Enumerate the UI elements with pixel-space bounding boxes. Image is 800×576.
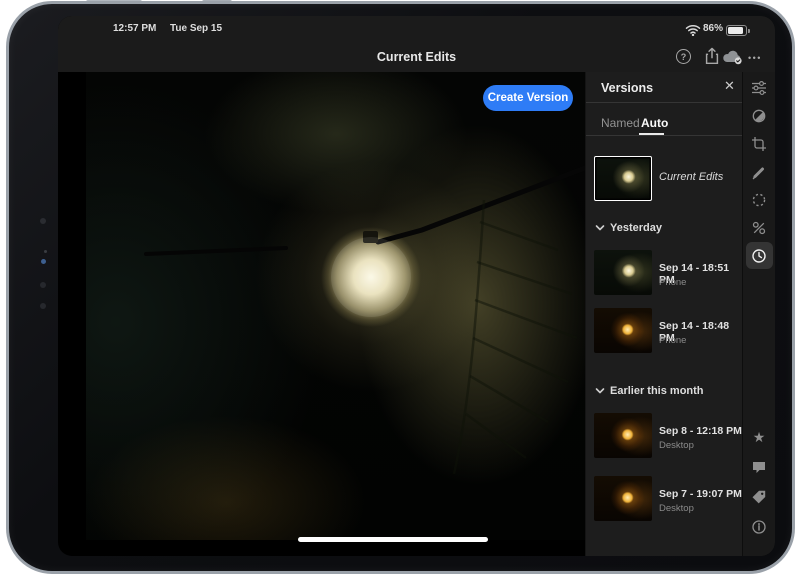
divider	[586, 102, 743, 103]
home-indicator[interactable]	[298, 537, 488, 542]
ipad-device: 12:57 PM Tue Sep 15 86% Current Edits ?	[0, 0, 800, 576]
version-thumbnail[interactable]	[594, 413, 652, 458]
version-thumbnail[interactable]	[594, 250, 652, 295]
optics-icon[interactable]	[751, 220, 767, 236]
version-source: Desktop	[659, 440, 694, 451]
keywords-tag-icon[interactable]	[751, 489, 767, 505]
screen: 12:57 PM Tue Sep 15 86% Current Edits ?	[58, 16, 775, 556]
current-version-label: Current Edits	[659, 171, 723, 183]
sensor-dot	[40, 282, 46, 288]
comments-icon[interactable]	[751, 459, 767, 475]
tab-auto[interactable]: Auto	[641, 116, 668, 130]
star-rating-icon[interactable]: ★	[751, 429, 767, 445]
divider	[586, 135, 743, 136]
page-title: Current Edits	[58, 50, 775, 64]
section-header[interactable]: Yesterday	[610, 222, 662, 234]
wifi-icon	[685, 24, 701, 36]
create-version-button[interactable]: Create Version	[483, 85, 573, 111]
chevron-down-icon	[595, 387, 605, 395]
versions-panel: Versions ✕ Named Auto Current Edits Yest…	[585, 72, 742, 556]
version-thumbnail[interactable]	[594, 308, 652, 353]
tab-named[interactable]: Named	[601, 116, 640, 130]
photo-overlay	[86, 72, 585, 540]
version-thumbnail[interactable]	[594, 476, 652, 521]
version-source: Phone	[659, 335, 686, 346]
status-date: Tue Sep 15	[170, 23, 222, 34]
version-source: Phone	[659, 277, 686, 288]
section-header[interactable]: Earlier this month	[610, 385, 704, 397]
info-icon[interactable]	[751, 519, 767, 535]
top-bar: 12:57 PM Tue Sep 15 86% Current Edits ?	[58, 16, 775, 72]
status-time: 12:57 PM	[113, 23, 156, 34]
healing-icon[interactable]	[751, 192, 767, 208]
version-title: Sep 7 - 19:07 PM	[659, 488, 742, 500]
sensor-dot	[44, 250, 47, 253]
current-version-thumbnail[interactable]	[594, 156, 652, 201]
battery-icon	[726, 25, 747, 36]
presets-icon[interactable]	[751, 108, 767, 124]
versions-history-icon[interactable]	[751, 248, 767, 264]
help-icon[interactable]: ?	[676, 49, 691, 64]
version-source: Desktop	[659, 503, 694, 514]
sensor-dot	[40, 218, 46, 224]
front-camera	[41, 259, 46, 264]
tool-rail: ★	[742, 72, 775, 556]
photo-canvas[interactable]	[86, 72, 585, 540]
sensor-dot	[40, 303, 46, 309]
more-icon[interactable]: •••	[748, 53, 762, 63]
adjust-sliders-icon[interactable]	[751, 80, 767, 96]
panel-title: Versions	[601, 81, 653, 95]
chevron-down-icon	[595, 224, 605, 232]
cloud-sync-icon[interactable]	[722, 49, 745, 65]
close-icon[interactable]: ✕	[724, 78, 735, 94]
battery-percent: 86%	[703, 23, 723, 34]
share-icon[interactable]	[703, 47, 721, 65]
crop-icon[interactable]	[751, 136, 767, 152]
brush-icon[interactable]	[751, 164, 767, 180]
version-title: Sep 8 - 12:18 PM	[659, 425, 742, 437]
